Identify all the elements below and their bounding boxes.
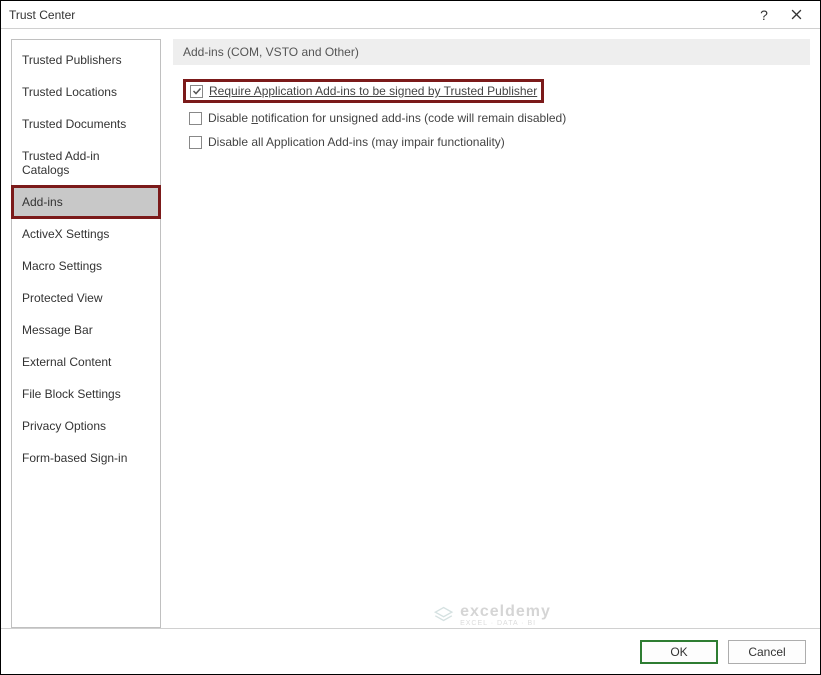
sidebar-item-form-based-sign-in[interactable]: Form-based Sign-in [12, 442, 160, 474]
dialog-footer: OK Cancel [1, 628, 820, 674]
sidebar-item-message-bar[interactable]: Message Bar [12, 314, 160, 346]
close-button[interactable] [780, 1, 812, 29]
options-group: Require Application Add-ins to be signed… [173, 65, 810, 169]
watermark: exceldemy EXCEL · DATA · BI [432, 603, 551, 628]
checkbox-require-signed[interactable] [190, 85, 203, 98]
option-require-signed[interactable]: Require Application Add-ins to be signed… [183, 79, 544, 103]
sidebar-item-macro-settings[interactable]: Macro Settings [12, 250, 160, 282]
ok-button[interactable]: OK [640, 640, 718, 664]
sidebar-item-trusted-addin-catalogs[interactable]: Trusted Add-in Catalogs [12, 140, 160, 186]
sidebar-item-trusted-locations[interactable]: Trusted Locations [12, 76, 160, 108]
dialog-title: Trust Center [9, 8, 748, 22]
sidebar-item-file-block-settings[interactable]: File Block Settings [12, 378, 160, 410]
sidebar-item-protected-view[interactable]: Protected View [12, 282, 160, 314]
option-disable-all[interactable]: Disable all Application Add-ins (may imp… [183, 131, 800, 155]
sidebar-item-add-ins[interactable]: Add-ins [11, 185, 161, 219]
option-disable-notification[interactable]: Disable notification for unsigned add-in… [183, 107, 800, 131]
cancel-button[interactable]: Cancel [728, 640, 806, 664]
watermark-logo-icon [432, 603, 454, 628]
option-require-signed-label: Require Application Add-ins to be signed… [209, 84, 537, 98]
main-panel: Add-ins (COM, VSTO and Other) Require Ap… [173, 39, 810, 628]
titlebar: Trust Center ? [1, 1, 820, 29]
sidebar-item-privacy-options[interactable]: Privacy Options [12, 410, 160, 442]
dialog-body: Trusted Publishers Trusted Locations Tru… [1, 29, 820, 628]
sidebar: Trusted Publishers Trusted Locations Tru… [11, 39, 161, 628]
checkbox-disable-all[interactable] [189, 136, 202, 149]
sidebar-item-external-content[interactable]: External Content [12, 346, 160, 378]
close-icon [791, 9, 802, 20]
sidebar-item-trusted-documents[interactable]: Trusted Documents [12, 108, 160, 140]
section-header: Add-ins (COM, VSTO and Other) [173, 39, 810, 65]
sidebar-item-trusted-publishers[interactable]: Trusted Publishers [12, 44, 160, 76]
sidebar-item-activex-settings[interactable]: ActiveX Settings [12, 218, 160, 250]
check-icon [192, 86, 202, 96]
checkbox-disable-notification[interactable] [189, 112, 202, 125]
option-disable-notification-label: Disable notification for unsigned add-in… [208, 111, 566, 125]
help-button[interactable]: ? [748, 1, 780, 29]
option-disable-all-label: Disable all Application Add-ins (may imp… [208, 135, 505, 149]
trust-center-dialog: Trust Center ? Trusted Publishers Truste… [0, 0, 821, 675]
watermark-text: exceldemy EXCEL · DATA · BI [460, 604, 551, 627]
